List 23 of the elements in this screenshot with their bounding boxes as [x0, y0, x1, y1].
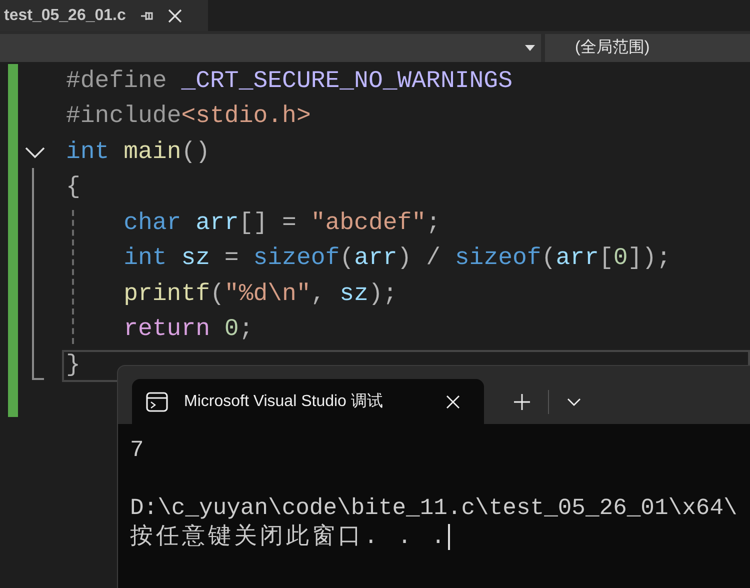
console-output-line: 7: [130, 437, 144, 463]
code-line: {: [66, 173, 80, 204]
console-output-line: 按任意键关闭此窗口. . .: [130, 524, 450, 550]
close-icon[interactable]: [446, 394, 460, 408]
dropdown-caret-icon[interactable]: [567, 398, 581, 406]
code-line: int sz = sizeof(arr) / sizeof(arr[0]);: [124, 244, 671, 274]
code-line: #define _CRT_SECURE_NO_WARNINGS: [66, 66, 512, 97]
console-output-line: D:\c_yuyan\code\bite_11.c\test_05_26_01\x64\: [130, 495, 738, 521]
code-line: int main(): [66, 138, 210, 168]
console-tab[interactable]: Microsoft Visual Studio 调试: [132, 379, 484, 424]
terminal-icon: [146, 392, 168, 412]
code-line: }: [66, 350, 80, 381]
new-tab-icon[interactable]: [514, 394, 530, 410]
code-line: #include<stdio.h>: [66, 102, 311, 132]
file-tab[interactable]: test_05_26_01.c: [0, 0, 208, 31]
code-line: char arr[] = "abcdef";: [124, 208, 440, 239]
code-line: printf("%d\n", sz);: [124, 280, 398, 310]
pin-icon[interactable]: [140, 10, 154, 22]
close-icon[interactable]: [168, 8, 182, 22]
dropdown-caret-icon: [525, 44, 535, 50]
scope-dropdown[interactable]: (全局范围): [545, 34, 750, 62]
code-line: return 0;: [124, 315, 254, 346]
collapse-chevron-icon[interactable]: [25, 147, 45, 159]
